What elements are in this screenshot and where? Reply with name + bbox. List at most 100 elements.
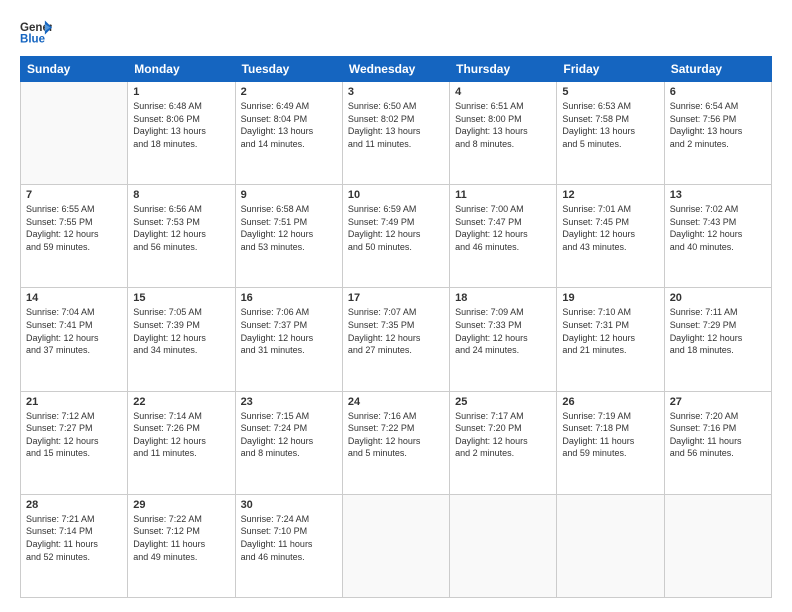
calendar-cell — [664, 494, 771, 597]
day-number: 30 — [241, 499, 337, 511]
page: General Blue SundayMondayTuesdayWednesda… — [0, 0, 792, 612]
day-info: Sunrise: 7:06 AM Sunset: 7:37 PM Dayligh… — [241, 306, 337, 356]
day-number: 1 — [133, 86, 229, 98]
day-number: 2 — [241, 86, 337, 98]
day-number: 3 — [348, 86, 444, 98]
day-number: 8 — [133, 189, 229, 201]
week-row-0: 1 Sunrise: 6:48 AM Sunset: 8:06 PM Daylig… — [21, 82, 772, 185]
week-row-3: 21 Sunrise: 7:12 AM Sunset: 7:27 PM Dayli… — [21, 391, 772, 494]
day-info: Sunrise: 7:10 AM Sunset: 7:31 PM Dayligh… — [562, 306, 658, 356]
day-info: Sunrise: 7:22 AM Sunset: 7:12 PM Dayligh… — [133, 513, 229, 563]
day-number: 28 — [26, 499, 122, 511]
day-info: Sunrise: 6:49 AM Sunset: 8:04 PM Dayligh… — [241, 100, 337, 150]
calendar-cell: 18 Sunrise: 7:09 AM Sunset: 7:33 PM Dayli… — [450, 288, 557, 391]
day-number: 12 — [562, 189, 658, 201]
calendar-cell — [557, 494, 664, 597]
calendar-cell: 16 Sunrise: 7:06 AM Sunset: 7:37 PM Dayli… — [235, 288, 342, 391]
calendar-cell: 4 Sunrise: 6:51 AM Sunset: 8:00 PM Daylig… — [450, 82, 557, 185]
day-info: Sunrise: 7:16 AM Sunset: 7:22 PM Dayligh… — [348, 410, 444, 460]
calendar-cell: 28Sunrise: 7:21 AM Sunset: 7:14 PM Dayli… — [21, 494, 128, 597]
day-info: Sunrise: 6:53 AM Sunset: 7:58 PM Dayligh… — [562, 100, 658, 150]
calendar-cell — [450, 494, 557, 597]
day-number: 16 — [241, 292, 337, 304]
day-number: 15 — [133, 292, 229, 304]
calendar-cell: 29 Sunrise: 7:22 AM Sunset: 7:12 PM Dayli… — [128, 494, 235, 597]
day-number: 25 — [455, 396, 551, 408]
day-info: Sunrise: 7:11 AM Sunset: 7:29 PM Dayligh… — [670, 306, 766, 356]
calendar-cell: 13Sunrise: 7:02 AM Sunset: 7:43 PM Dayli… — [664, 185, 771, 288]
calendar-cell: 6Sunrise: 6:54 AM Sunset: 7:56 PM Daylig… — [664, 82, 771, 185]
day-info: Sunrise: 7:00 AM Sunset: 7:47 PM Dayligh… — [455, 203, 551, 253]
logo-icon: General Blue — [20, 18, 52, 46]
calendar-cell: 22Sunrise: 7:14 AM Sunset: 7:26 PM Dayli… — [128, 391, 235, 494]
calendar-cell: 14 Sunrise: 7:04 AM Sunset: 7:41 PM Dayli… — [21, 288, 128, 391]
day-info: Sunrise: 7:07 AM Sunset: 7:35 PM Dayligh… — [348, 306, 444, 356]
day-number: 17 — [348, 292, 444, 304]
day-number: 5 — [562, 86, 658, 98]
calendar-cell: 30 Sunrise: 7:24 AM Sunset: 7:10 PM Dayli… — [235, 494, 342, 597]
day-number: 19 — [562, 292, 658, 304]
weekday-header-saturday: Saturday — [664, 57, 771, 82]
day-number: 10 — [348, 189, 444, 201]
calendar-cell: 2 Sunrise: 6:49 AM Sunset: 8:04 PM Daylig… — [235, 82, 342, 185]
day-info: Sunrise: 7:12 AM Sunset: 7:27 PM Dayligh… — [26, 410, 122, 460]
calendar-cell: 5 Sunrise: 6:53 AM Sunset: 7:58 PM Daylig… — [557, 82, 664, 185]
calendar-cell: 21 Sunrise: 7:12 AM Sunset: 7:27 PM Dayli… — [21, 391, 128, 494]
day-number: 21 — [26, 396, 122, 408]
day-info: Sunrise: 6:59 AM Sunset: 7:49 PM Dayligh… — [348, 203, 444, 253]
calendar-cell: 27 Sunrise: 7:20 AM Sunset: 7:16 PM Dayli… — [664, 391, 771, 494]
weekday-header-tuesday: Tuesday — [235, 57, 342, 82]
calendar-cell: 8 Sunrise: 6:56 AM Sunset: 7:53 PM Daylig… — [128, 185, 235, 288]
day-info: Sunrise: 7:24 AM Sunset: 7:10 PM Dayligh… — [241, 513, 337, 563]
day-info: Sunrise: 6:50 AM Sunset: 8:02 PM Dayligh… — [348, 100, 444, 150]
day-number: 4 — [455, 86, 551, 98]
day-number: 29 — [133, 499, 229, 511]
day-number: 24 — [348, 396, 444, 408]
calendar-cell: 25 Sunrise: 7:17 AM Sunset: 7:20 PM Dayli… — [450, 391, 557, 494]
day-number: 26 — [562, 396, 658, 408]
day-number: 9 — [241, 189, 337, 201]
calendar-cell: 11 Sunrise: 7:00 AM Sunset: 7:47 PM Dayli… — [450, 185, 557, 288]
calendar-cell: 10 Sunrise: 6:59 AM Sunset: 7:49 PM Dayli… — [342, 185, 449, 288]
logo: General Blue — [20, 18, 54, 46]
calendar-cell: 7 Sunrise: 6:55 AM Sunset: 7:55 PM Daylig… — [21, 185, 128, 288]
calendar-cell: 12Sunrise: 7:01 AM Sunset: 7:45 PM Dayli… — [557, 185, 664, 288]
calendar-cell — [21, 82, 128, 185]
day-info: Sunrise: 7:19 AM Sunset: 7:18 PM Dayligh… — [562, 410, 658, 460]
day-info: Sunrise: 7:04 AM Sunset: 7:41 PM Dayligh… — [26, 306, 122, 356]
day-info: Sunrise: 7:05 AM Sunset: 7:39 PM Dayligh… — [133, 306, 229, 356]
calendar-cell: 20 Sunrise: 7:11 AM Sunset: 7:29 PM Dayli… — [664, 288, 771, 391]
calendar-cell: 19 Sunrise: 7:10 AM Sunset: 7:31 PM Dayli… — [557, 288, 664, 391]
day-info: Sunrise: 6:55 AM Sunset: 7:55 PM Dayligh… — [26, 203, 122, 253]
day-number: 7 — [26, 189, 122, 201]
week-row-2: 14 Sunrise: 7:04 AM Sunset: 7:41 PM Dayli… — [21, 288, 772, 391]
week-row-1: 7 Sunrise: 6:55 AM Sunset: 7:55 PM Daylig… — [21, 185, 772, 288]
weekday-header-monday: Monday — [128, 57, 235, 82]
day-info: Sunrise: 6:51 AM Sunset: 8:00 PM Dayligh… — [455, 100, 551, 150]
weekday-header-sunday: Sunday — [21, 57, 128, 82]
day-number: 27 — [670, 396, 766, 408]
weekday-header-row: SundayMondayTuesdayWednesdayThursdayFrid… — [21, 57, 772, 82]
day-info: Sunrise: 6:56 AM Sunset: 7:53 PM Dayligh… — [133, 203, 229, 253]
day-number: 20 — [670, 292, 766, 304]
svg-text:Blue: Blue — [20, 34, 46, 46]
day-info: Sunrise: 7:17 AM Sunset: 7:20 PM Dayligh… — [455, 410, 551, 460]
day-number: 14 — [26, 292, 122, 304]
calendar-cell: 17 Sunrise: 7:07 AM Sunset: 7:35 PM Dayli… — [342, 288, 449, 391]
day-info: Sunrise: 6:48 AM Sunset: 8:06 PM Dayligh… — [133, 100, 229, 150]
calendar-cell: 9Sunrise: 6:58 AM Sunset: 7:51 PM Daylig… — [235, 185, 342, 288]
day-number: 18 — [455, 292, 551, 304]
day-info: Sunrise: 7:20 AM Sunset: 7:16 PM Dayligh… — [670, 410, 766, 460]
day-info: Sunrise: 7:09 AM Sunset: 7:33 PM Dayligh… — [455, 306, 551, 356]
weekday-header-wednesday: Wednesday — [342, 57, 449, 82]
calendar-table: SundayMondayTuesdayWednesdayThursdayFrid… — [20, 56, 772, 598]
calendar-cell: 26 Sunrise: 7:19 AM Sunset: 7:18 PM Dayli… — [557, 391, 664, 494]
day-info: Sunrise: 7:02 AM Sunset: 7:43 PM Dayligh… — [670, 203, 766, 253]
day-number: 6 — [670, 86, 766, 98]
calendar-cell: 23 Sunrise: 7:15 AM Sunset: 7:24 PM Dayli… — [235, 391, 342, 494]
day-info: Sunrise: 7:15 AM Sunset: 7:24 PM Dayligh… — [241, 410, 337, 460]
week-row-4: 28Sunrise: 7:21 AM Sunset: 7:14 PM Dayli… — [21, 494, 772, 597]
day-number: 11 — [455, 189, 551, 201]
day-number: 23 — [241, 396, 337, 408]
day-number: 22 — [133, 396, 229, 408]
